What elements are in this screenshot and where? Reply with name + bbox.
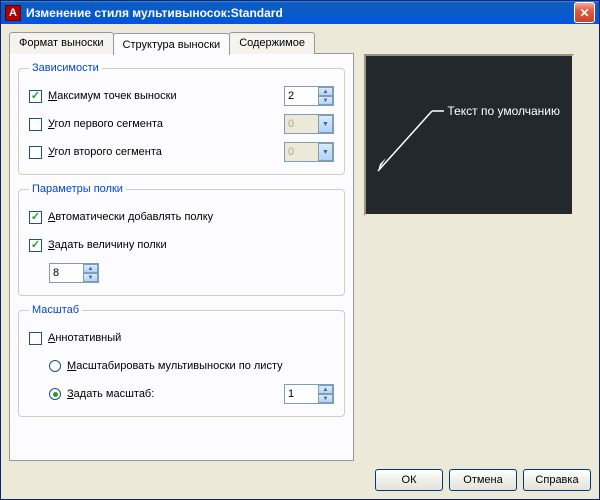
spinner-down-icon[interactable]: ▼ — [318, 96, 333, 105]
auto-shelf-checkbox[interactable] — [29, 211, 42, 224]
shelf-group: Параметры полки Автоматически добавлять … — [18, 183, 345, 296]
ok-button[interactable]: ОК — [375, 469, 443, 491]
second-segment-checkbox[interactable] — [29, 146, 42, 159]
tab-structure[interactable]: Структура выноски — [113, 33, 231, 55]
window-title: Изменение стиля мультивыносок:Standard — [26, 6, 283, 20]
scale-group: Масштаб Аннотативный Масштабировать муль… — [18, 304, 345, 417]
auto-shelf-label: Автоматически добавлять полку — [48, 211, 334, 223]
first-segment-combo: 0 ▼ — [284, 114, 334, 134]
chevron-down-icon: ▼ — [318, 115, 333, 133]
scale-by-layout-radio[interactable] — [49, 360, 61, 372]
annotative-label: Аннотативный — [48, 332, 334, 344]
tab-content[interactable]: Содержимое — [229, 32, 315, 54]
constraints-group: Зависимости Максимум точек выноски ▲▼ — [18, 62, 345, 175]
shelf-legend: Параметры полки — [29, 183, 126, 195]
tab-format[interactable]: Формат выноски — [9, 32, 114, 54]
second-segment-combo: 0 ▼ — [284, 142, 334, 162]
max-points-input[interactable] — [285, 90, 318, 102]
set-scale-radio[interactable] — [49, 388, 61, 400]
spinner-up-icon[interactable]: ▲ — [318, 87, 333, 96]
shelf-length-spinner[interactable]: ▲▼ — [49, 263, 99, 283]
tab-panel: Зависимости Максимум точек выноски ▲▼ — [9, 53, 354, 461]
cancel-button[interactable]: Отмена — [449, 469, 517, 491]
chevron-down-icon: ▼ — [318, 143, 333, 161]
scale-spinner[interactable]: ▲▼ — [284, 384, 334, 404]
annotative-checkbox[interactable] — [29, 332, 42, 345]
help-button[interactable]: Справка — [523, 469, 591, 491]
preview-text: Текст по умолчанию — [447, 104, 560, 118]
app-icon: A — [5, 5, 21, 21]
preview-pane: Текст по умолчанию — [364, 54, 574, 216]
first-segment-checkbox[interactable] — [29, 118, 42, 131]
close-icon: ✕ — [579, 6, 589, 20]
titlebar: A Изменение стиля мультивыносок:Standard… — [1, 1, 599, 24]
max-points-label: Максимум точек выноски — [48, 90, 284, 102]
scale-input[interactable] — [285, 388, 318, 400]
second-segment-label: Угол второго сегмента — [48, 146, 284, 158]
spinner-up-icon[interactable]: ▲ — [83, 264, 98, 273]
constraints-legend: Зависимости — [29, 62, 102, 74]
set-length-checkbox[interactable] — [29, 239, 42, 252]
scale-legend: Масштаб — [29, 304, 82, 316]
spinner-down-icon[interactable]: ▼ — [318, 394, 333, 403]
max-points-spinner[interactable]: ▲▼ — [284, 86, 334, 106]
set-length-label: Задать величину полки — [48, 239, 334, 251]
leader-preview-icon — [366, 56, 576, 218]
scale-by-layout-label: Масштабировать мультивыноски по листу — [67, 360, 334, 372]
shelf-length-input[interactable] — [50, 267, 83, 279]
max-points-checkbox[interactable] — [29, 90, 42, 103]
set-scale-label: Задать масштаб: — [67, 388, 284, 400]
spinner-up-icon[interactable]: ▲ — [318, 385, 333, 394]
first-segment-label: Угол первого сегмента — [48, 118, 284, 130]
close-button[interactable]: ✕ — [574, 2, 595, 23]
tabs: Формат выноски Структура выноски Содержи… — [9, 32, 354, 54]
spinner-down-icon[interactable]: ▼ — [83, 273, 98, 282]
